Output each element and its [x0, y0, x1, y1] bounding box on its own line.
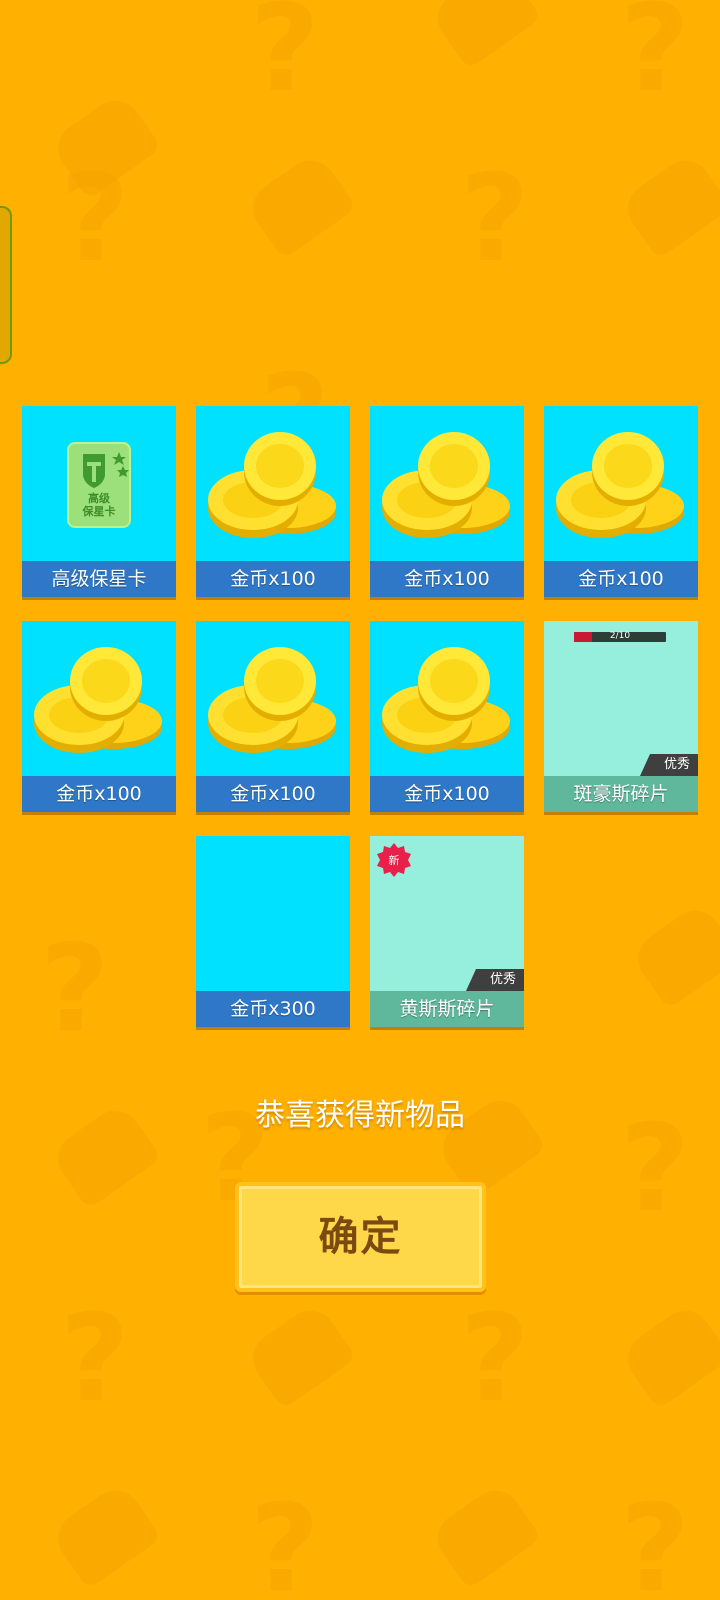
reward-card[interactable]: 新 优秀 黄斯斯碎片 — [370, 836, 524, 1027]
question-mark-pattern: ? — [460, 1290, 530, 1429]
gold-coins-icon — [208, 647, 336, 753]
cap-pattern — [243, 1300, 357, 1410]
reward-card[interactable]: 高级 保星卡 高级保星卡 — [22, 406, 176, 597]
reward-card[interactable]: 金币x100 — [22, 621, 176, 812]
reward-label: 金币x100 — [196, 776, 350, 812]
confirm-button[interactable]: 确定 — [235, 1182, 486, 1292]
question-mark-pattern: ? — [460, 150, 530, 289]
new-badge-text: 新 — [389, 853, 400, 867]
reward-card[interactable]: 金币x100 — [196, 406, 350, 597]
reward-card[interactable]: 金币x100 — [370, 406, 524, 597]
card-icon-text: 高级 保星卡 — [82, 492, 116, 518]
reward-label: 金币x100 — [544, 561, 698, 597]
rarity-badge: 优秀 — [640, 754, 698, 776]
reward-label: 高级保星卡 — [22, 561, 176, 597]
cap-pattern — [618, 1300, 720, 1410]
reward-label: 黄斯斯碎片 — [370, 991, 524, 1027]
new-badge-icon: 新 — [377, 843, 411, 877]
progress-text: 2/10 — [609, 631, 631, 641]
reward-card[interactable]: 金币x100 — [544, 406, 698, 597]
rarity-badge: 优秀 — [466, 969, 524, 991]
reward-card[interactable]: 金币x100 — [370, 621, 524, 812]
reward-label: 金币x300 — [196, 991, 350, 1027]
question-mark-pattern: ? — [40, 920, 110, 1059]
question-mark-pattern: ? — [620, 1480, 690, 1600]
reward-label: 金币x100 — [370, 561, 524, 597]
question-mark-pattern: ? — [250, 0, 320, 119]
cap-pattern — [243, 150, 357, 260]
cap-pattern — [48, 1480, 162, 1590]
cap-pattern — [628, 900, 720, 1010]
question-mark-pattern: ? — [620, 0, 690, 119]
reward-label: 金币x100 — [196, 561, 350, 597]
gold-coins-icon — [34, 647, 162, 753]
gold-coins-icon — [556, 432, 684, 538]
premium-star-protection-card-icon: 高级 保星卡 — [67, 442, 131, 528]
reward-card[interactable]: 2/10 优秀 斑豪斯碎片 — [544, 621, 698, 812]
reward-label: 斑豪斯碎片 — [544, 776, 698, 812]
cap-pattern — [428, 0, 542, 70]
reward-card[interactable]: 金币x300 — [196, 836, 350, 1027]
reward-label: 金币x100 — [22, 776, 176, 812]
congratulation-message: 恭喜获得新物品 — [255, 1098, 465, 1133]
gold-coins-icon — [382, 432, 510, 538]
shard-progress-bar: 2/10 — [574, 631, 666, 642]
gold-coins-icon — [208, 432, 336, 538]
reward-label: 金币x100 — [370, 776, 524, 812]
cap-pattern — [618, 150, 720, 260]
cap-pattern — [428, 1480, 542, 1590]
question-mark-pattern: ? — [60, 150, 130, 289]
gold-coins-icon — [382, 647, 510, 753]
question-mark-pattern: ? — [60, 1290, 130, 1429]
side-drawer-tab[interactable] — [0, 206, 12, 364]
question-mark-pattern: ? — [250, 1480, 320, 1600]
reward-card[interactable]: 金币x100 — [196, 621, 350, 812]
